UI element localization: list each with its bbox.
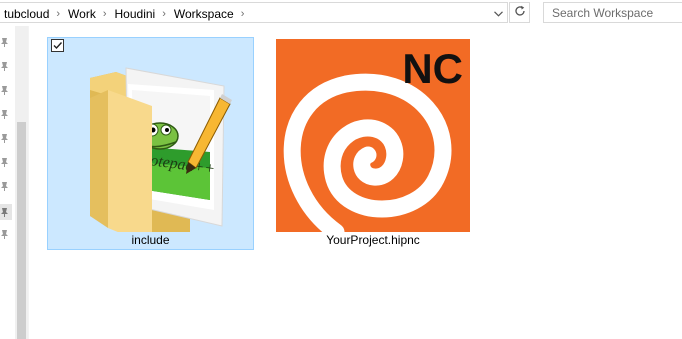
pin-icon[interactable] [0,156,10,168]
file-item-include[interactable]: Notepad++ include [47,37,254,250]
address-bar-row: tubcloud › Work › Houdini › Workspace › [0,0,682,26]
file-name: include [131,233,170,247]
pin-icon[interactable] [0,84,10,96]
pin-icon[interactable] [0,132,10,144]
folder-notepadpp-icon: Notepad++ [82,50,232,246]
refresh-button[interactable] [509,2,530,23]
breadcrumb-separator-icon[interactable]: › [50,8,67,20]
pin-icon[interactable] [0,204,12,220]
breadcrumb-separator-icon[interactable]: › [156,8,173,20]
navigation-pane [0,26,12,339]
breadcrumb-item-work[interactable]: Work [67,7,97,21]
scrollbar-thumb[interactable] [17,122,26,339]
breadcrumb-item-houdini[interactable]: Houdini [114,7,157,21]
breadcrumb-separator-icon[interactable]: › [235,8,252,20]
breadcrumb-separator-icon[interactable]: › [97,8,114,20]
file-item-yourproject-hipnc[interactable] [275,38,471,250]
breadcrumb: tubcloud › Work › Houdini › Workspace › [3,6,251,22]
chevron-down-icon [493,6,503,20]
item-checkbox[interactable] [51,39,64,52]
breadcrumb-item-workspace[interactable]: Workspace [173,7,235,21]
pane-divider[interactable] [28,26,29,339]
address-history-dropdown-button[interactable] [489,3,507,22]
refresh-icon [514,5,526,20]
pin-icon[interactable] [0,228,10,240]
pin-icon[interactable] [0,108,10,120]
pin-icon[interactable] [0,180,10,192]
pin-icon[interactable] [0,36,10,48]
pin-icon[interactable] [0,60,10,72]
search-input[interactable] [543,2,682,23]
navigation-scrollbar[interactable] [15,26,28,339]
address-bar[interactable]: tubcloud › Work › Houdini › Workspace › [0,2,508,23]
breadcrumb-item-tubcloud[interactable]: tubcloud [3,7,50,21]
